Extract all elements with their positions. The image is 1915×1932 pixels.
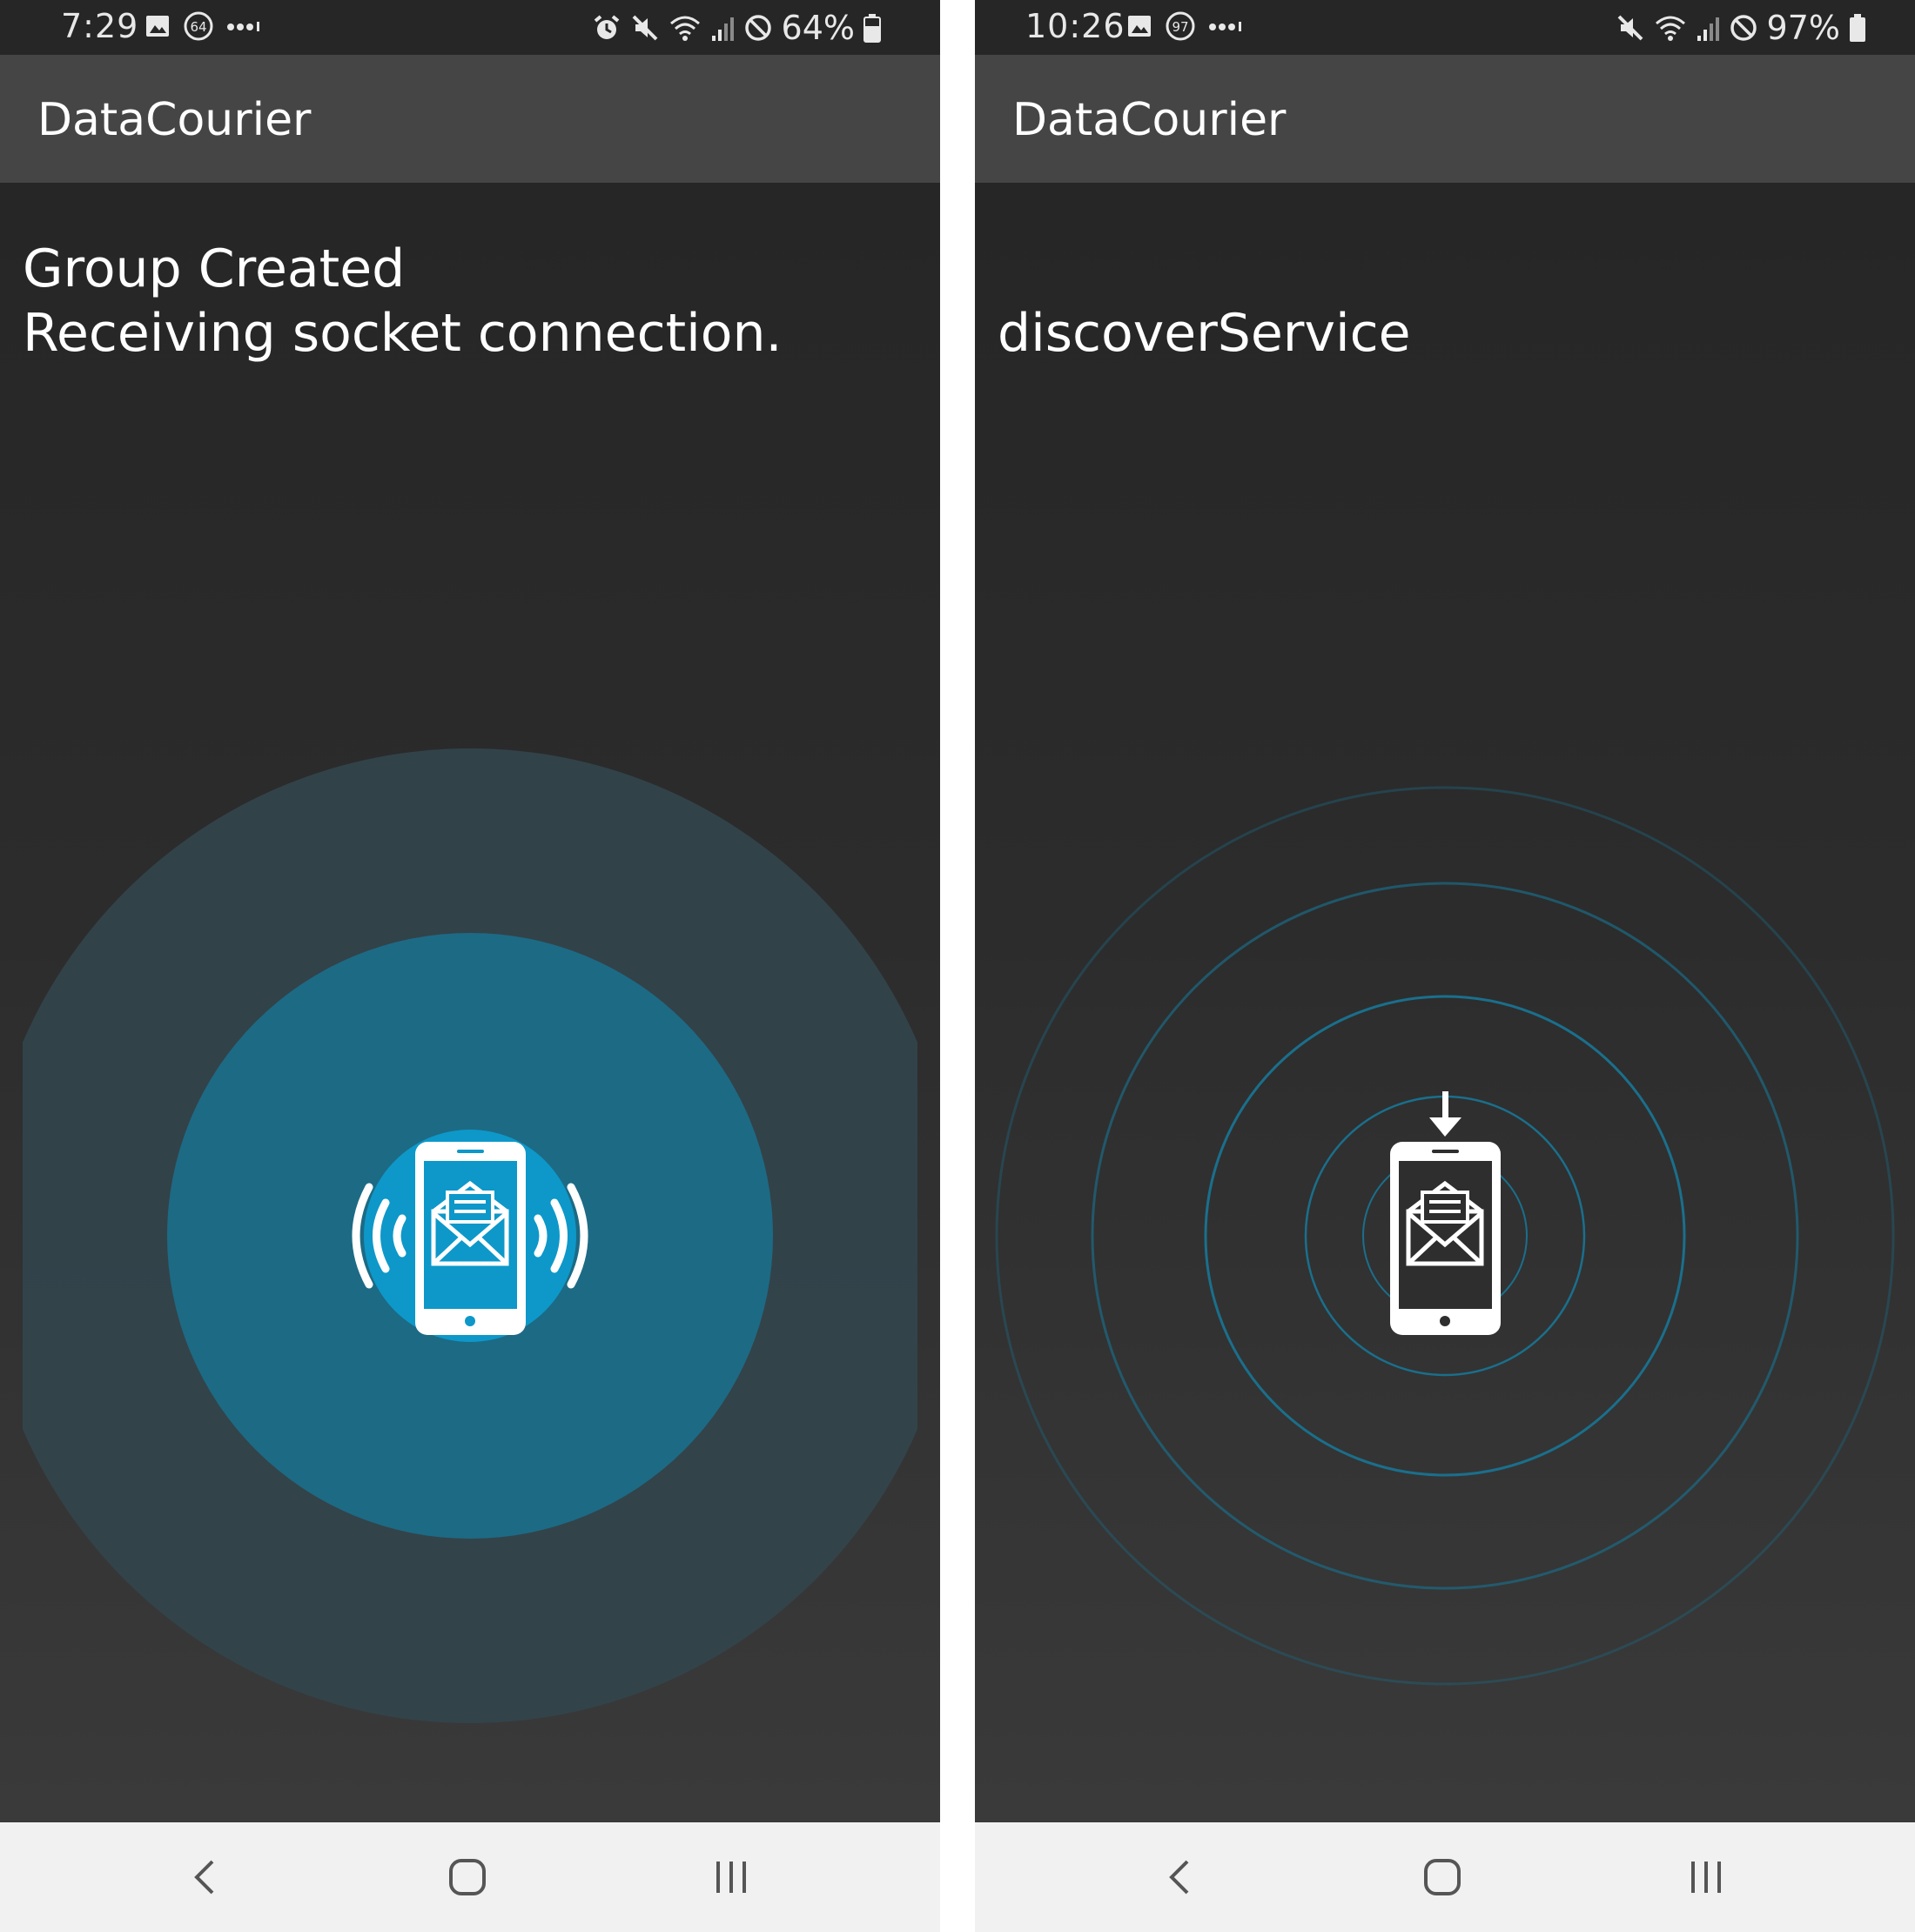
right-phone-screen: 10:26 97 97% DataCourier discoverService bbox=[975, 0, 1915, 1932]
gallery-icon bbox=[146, 16, 169, 37]
battery-percent: 97% bbox=[1766, 9, 1840, 47]
gallery-icon bbox=[1128, 16, 1151, 37]
notification-count-icon: 64 bbox=[184, 11, 213, 41]
wifi-icon bbox=[669, 16, 700, 41]
recents-icon bbox=[716, 1862, 746, 1893]
home-icon bbox=[449, 1859, 486, 1895]
phone-broadcasting-icon bbox=[23, 748, 917, 1723]
wifi-icon bbox=[1655, 16, 1685, 41]
home-icon bbox=[1424, 1859, 1461, 1895]
status-time: 7:29 bbox=[61, 7, 139, 45]
recents-icon bbox=[1691, 1862, 1721, 1893]
app-bar: DataCourier bbox=[975, 55, 1915, 183]
back-icon bbox=[1169, 1860, 1189, 1895]
recents-button[interactable] bbox=[679, 1822, 783, 1932]
mute-icon bbox=[1617, 15, 1643, 41]
app-title: DataCourier bbox=[1012, 94, 1287, 146]
status-time: 10:26 bbox=[1025, 7, 1125, 45]
back-button[interactable] bbox=[152, 1822, 257, 1932]
do-not-disturb-icon bbox=[744, 15, 771, 41]
signal-icon bbox=[711, 17, 734, 41]
alarm-icon bbox=[594, 15, 619, 39]
status-bar: 10:26 97 97% bbox=[975, 0, 1915, 55]
recents-button[interactable] bbox=[1654, 1822, 1758, 1932]
battery-percent: 64% bbox=[781, 9, 855, 47]
status-bar: 7:29 64 64% bbox=[0, 0, 940, 55]
svg-text:64: 64 bbox=[190, 19, 206, 35]
back-button[interactable] bbox=[1127, 1822, 1232, 1932]
navigation-bar bbox=[975, 1822, 1915, 1932]
more-dots-icon bbox=[1209, 22, 1241, 31]
battery-icon bbox=[863, 14, 881, 43]
notification-count-icon: 97 bbox=[1166, 11, 1195, 41]
main-content: Group Created Receiving socket connectio… bbox=[0, 183, 940, 1822]
app-bar: DataCourier bbox=[0, 55, 940, 183]
do-not-disturb-icon bbox=[1730, 15, 1757, 41]
main-content: discoverService bbox=[975, 183, 1915, 1822]
back-icon bbox=[194, 1860, 214, 1895]
home-button[interactable] bbox=[1390, 1822, 1495, 1932]
home-button[interactable] bbox=[415, 1822, 520, 1932]
left-phone-screen: 7:29 64 64% DataCourier Group Created Re… bbox=[0, 0, 940, 1932]
navigation-bar bbox=[0, 1822, 940, 1932]
mute-icon bbox=[632, 15, 657, 41]
battery-icon bbox=[1850, 14, 1865, 42]
svg-text:97: 97 bbox=[1172, 19, 1188, 35]
more-dots-icon bbox=[227, 22, 259, 31]
phone-receiving-icon bbox=[995, 786, 1895, 1686]
signal-icon bbox=[1697, 17, 1719, 41]
app-title: DataCourier bbox=[37, 94, 312, 146]
